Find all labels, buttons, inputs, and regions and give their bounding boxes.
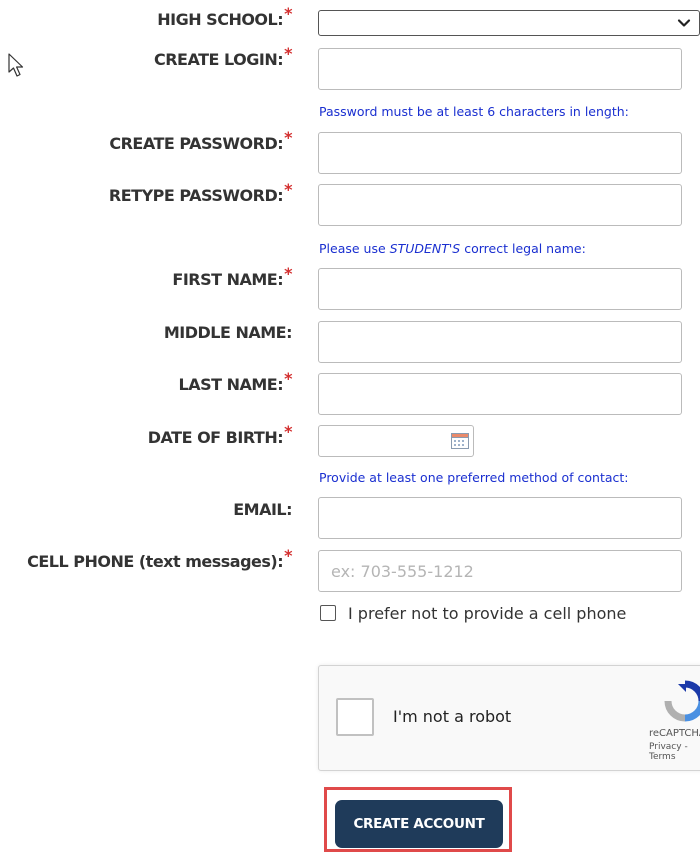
calendar-icon[interactable] — [451, 433, 469, 449]
recaptcha-brand: reCAPTCHA — [649, 728, 700, 739]
contact-note: Provide at least one preferred method of… — [319, 470, 629, 485]
no-cell-phone-label: I prefer not to provide a cell phone — [348, 603, 627, 623]
create-password-input[interactable] — [319, 133, 681, 173]
date-of-birth-field[interactable] — [318, 425, 474, 457]
cell-phone-input[interactable] — [319, 551, 681, 591]
recaptcha-label: I'm not a robot — [393, 707, 512, 726]
last-name-label: LAST NAME:* — [178, 369, 293, 394]
required-asterisk: * — [284, 128, 292, 147]
retype-password-field[interactable] — [318, 184, 682, 226]
recaptcha-checkbox[interactable] — [336, 698, 374, 736]
no-cell-phone-option[interactable]: I prefer not to provide a cell phone — [320, 602, 626, 624]
recaptcha-privacy-terms-link[interactable]: Privacy - Terms — [649, 742, 700, 762]
create-login-input[interactable] — [319, 49, 681, 89]
required-asterisk: * — [284, 44, 292, 63]
middle-name-input[interactable] — [319, 322, 681, 362]
last-name-field[interactable] — [318, 373, 682, 415]
email-field[interactable] — [318, 497, 682, 539]
date-of-birth-label: DATE OF BIRTH:* — [147, 422, 293, 447]
cell-phone-label: CELL PHONE (text messages):* — [27, 546, 292, 571]
recaptcha-widget: I'm not a robot reCAPTCHA Privacy - Term… — [318, 665, 700, 771]
retype-password-label: RETYPE PASSWORD:* — [108, 180, 293, 205]
required-asterisk: * — [284, 546, 292, 565]
cell-phone-field[interactable] — [318, 550, 682, 592]
create-login-field[interactable] — [318, 48, 682, 90]
first-name-field[interactable] — [318, 268, 682, 310]
password-note: Password must be at least 6 characters i… — [319, 104, 629, 119]
high-school-select[interactable] — [318, 10, 700, 36]
create-password-label: CREATE PASSWORD:* — [109, 128, 292, 153]
required-asterisk: * — [284, 4, 292, 23]
required-asterisk: * — [284, 369, 292, 388]
first-name-input[interactable] — [319, 269, 681, 309]
no-cell-phone-checkbox[interactable] — [320, 605, 336, 621]
create-password-field[interactable] — [318, 132, 682, 174]
create-account-button[interactable]: CREATE ACCOUNT — [335, 800, 503, 848]
email-label: EMAIL: — [233, 500, 292, 519]
date-of-birth-input[interactable] — [319, 426, 439, 456]
first-name-label: FIRST NAME:* — [172, 264, 292, 289]
recaptcha-logo-icon — [664, 680, 700, 722]
chevron-down-icon — [677, 19, 691, 27]
student-emphasis: STUDENT'S — [389, 241, 461, 256]
mouse-cursor-icon — [8, 53, 24, 77]
legal-name-note: Please use STUDENT'S correct legal name: — [319, 241, 586, 256]
required-asterisk: * — [284, 422, 292, 441]
high-school-label: HIGH SCHOOL:* — [157, 4, 292, 29]
create-login-label: CREATE LOGIN:* — [153, 44, 293, 69]
last-name-input[interactable] — [319, 374, 681, 414]
retype-password-input[interactable] — [319, 185, 681, 225]
email-input[interactable] — [319, 498, 681, 538]
middle-name-label: MIDDLE NAME: — [163, 323, 293, 342]
required-asterisk: * — [284, 180, 292, 199]
middle-name-field[interactable] — [318, 321, 682, 363]
required-asterisk: * — [284, 264, 292, 283]
